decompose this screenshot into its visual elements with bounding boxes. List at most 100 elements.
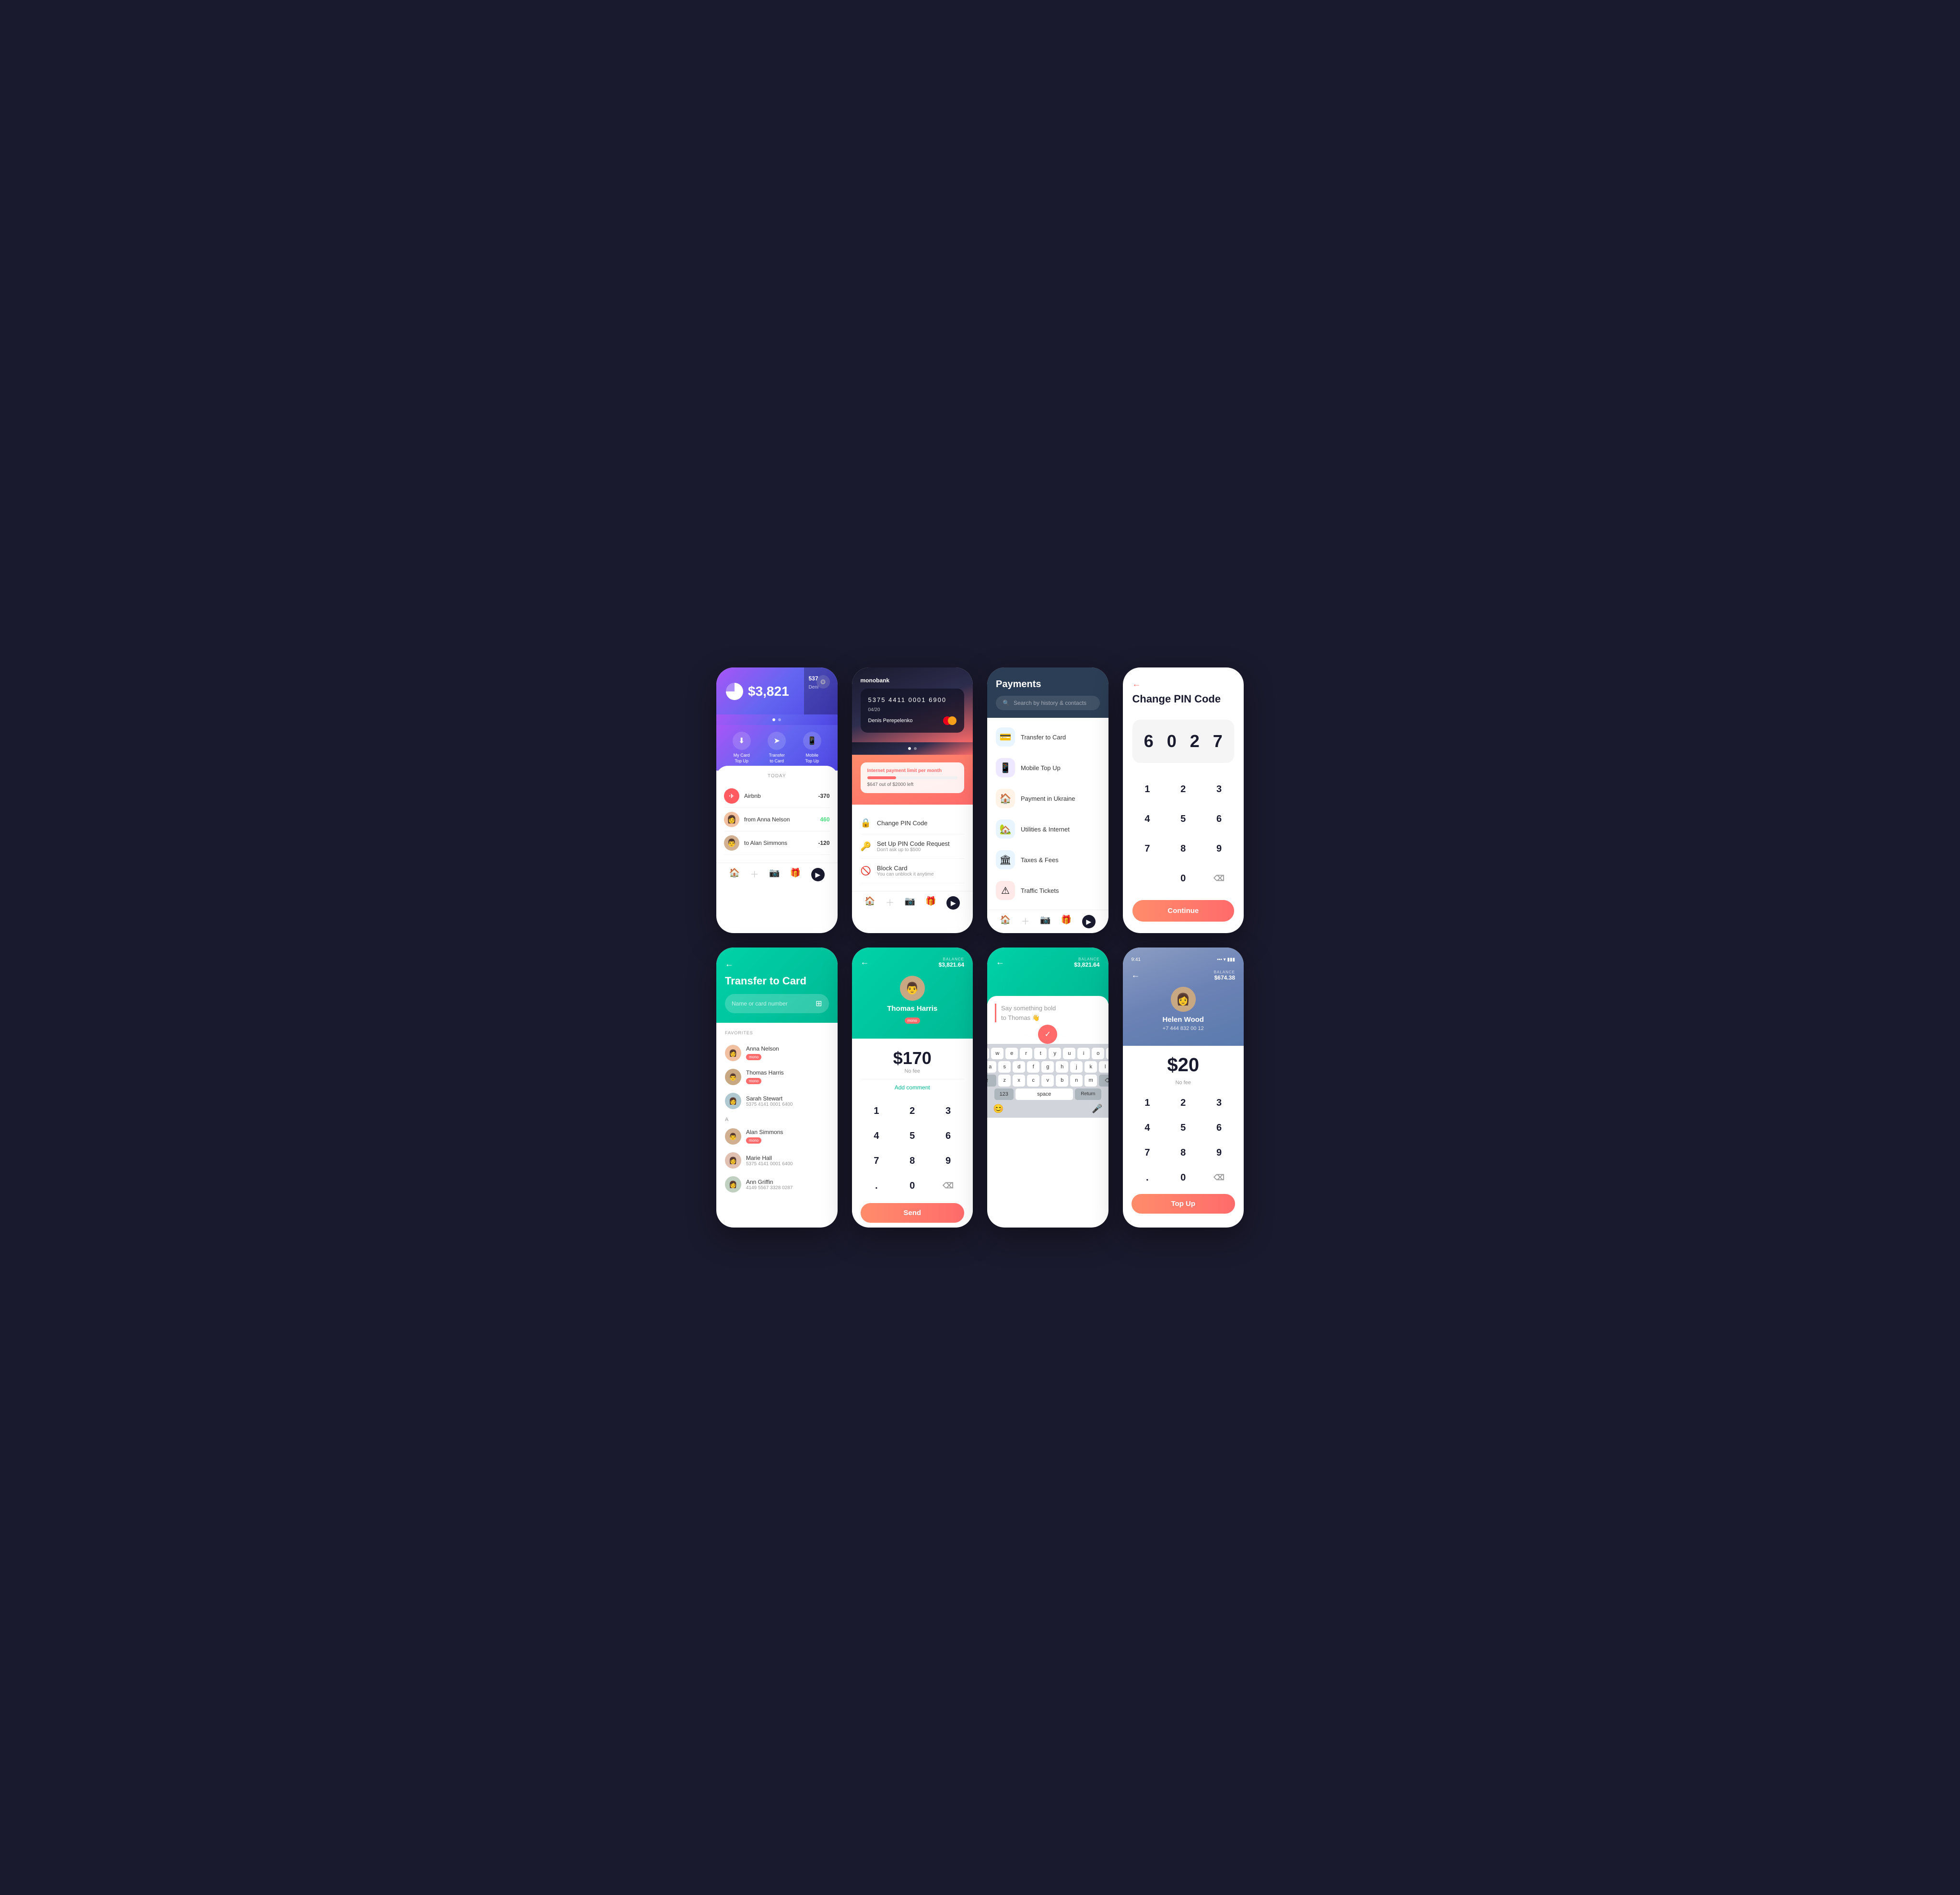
card-input[interactable]: Name or card number ⊞ [725, 994, 829, 1013]
p8-key-4[interactable]: 4 [1132, 1117, 1164, 1138]
p8-key-2[interactable]: 2 [1167, 1092, 1199, 1113]
emoji-icon[interactable]: 😊 [993, 1104, 1003, 1114]
my-card-topup-button[interactable]: ⬇ My CardTop Up [733, 732, 751, 764]
nav3-profile-icon[interactable]: ▶ [1082, 915, 1096, 928]
key-i[interactable]: i [1077, 1048, 1090, 1059]
setup-pin-item[interactable]: 🔑 Set Up PIN Code Request Don't ask up t… [861, 834, 965, 859]
num-6[interactable]: 6 [932, 1125, 964, 1146]
p8-back-icon[interactable]: ← [1132, 970, 1140, 980]
nav2-gift-icon[interactable]: 🎁 [925, 896, 936, 910]
key-return[interactable]: Return [1075, 1088, 1101, 1100]
mic-icon[interactable]: 🎤 [1092, 1104, 1102, 1114]
p8-key-3[interactable]: 3 [1203, 1092, 1235, 1113]
nav-add-icon[interactable]: ＋ [750, 868, 759, 881]
p8-key-7[interactable]: 7 [1132, 1142, 1164, 1163]
pin-back-icon[interactable]: ← [1132, 679, 1235, 689]
num-del[interactable]: ⌫ [932, 1175, 964, 1196]
send-button[interactable]: Send [861, 1203, 965, 1223]
pin-key-delete[interactable]: ⌫ [1204, 866, 1234, 890]
p6-back-icon[interactable]: ← [861, 957, 869, 967]
chat-back-icon[interactable]: ← [996, 957, 1004, 967]
pin-key-3[interactable]: 3 [1204, 777, 1234, 801]
key-z[interactable]: z [998, 1075, 1011, 1087]
pay-transfer-card[interactable]: 💳 Transfer to Card [987, 722, 1108, 752]
contact-anna[interactable]: 👩 Anna Nelson mono [725, 1041, 829, 1065]
key-g[interactable]: g [1041, 1061, 1054, 1073]
num-9[interactable]: 9 [932, 1150, 964, 1171]
num-5[interactable]: 5 [896, 1125, 928, 1146]
pin-key-8[interactable]: 8 [1168, 837, 1198, 861]
key-r[interactable]: r [1020, 1048, 1032, 1059]
pin-key-1[interactable]: 1 [1132, 777, 1163, 801]
nav3-camera-icon[interactable]: 📷 [1040, 915, 1050, 928]
contact-alan[interactable]: 👨 Alan Simmons mono [725, 1124, 829, 1148]
tx-anna[interactable]: 👩 from Anna Nelson 460 [724, 808, 830, 831]
pay-ukraine[interactable]: 🏠 Payment in Ukraine [987, 783, 1108, 814]
nav2-add-icon[interactable]: ＋ [886, 896, 894, 910]
block-card-item[interactable]: 🚫 Block Card You can unblock it anytime [861, 859, 965, 883]
nav-gift-icon[interactable]: 🎁 [790, 868, 801, 881]
key-w[interactable]: w [991, 1048, 1003, 1059]
nav3-gift-icon[interactable]: 🎁 [1061, 915, 1072, 928]
contact-thomas[interactable]: 👨 Thomas Harris mono [725, 1065, 829, 1089]
key-k[interactable]: k [1085, 1061, 1097, 1073]
key-space[interactable]: space [1015, 1088, 1073, 1100]
key-s[interactable]: s [998, 1061, 1011, 1073]
pin-key-5[interactable]: 5 [1168, 807, 1198, 831]
pay-traffic[interactable]: ⚠ Traffic Tickets [987, 875, 1108, 906]
nav2-home-icon[interactable]: 🏠 [864, 896, 875, 910]
key-u[interactable]: u [1063, 1048, 1075, 1059]
nav3-add-icon[interactable]: ＋ [1021, 915, 1030, 928]
key-123[interactable]: 123 [994, 1088, 1014, 1100]
key-c[interactable]: c [1027, 1075, 1039, 1087]
p8-key-9[interactable]: 9 [1203, 1142, 1235, 1163]
num-dot[interactable]: . [861, 1175, 893, 1196]
pay-mobile-topup[interactable]: 📱 Mobile Top Up [987, 752, 1108, 783]
mobile-topup-button[interactable]: 📱 MobileTop Up [803, 732, 821, 764]
p8-key-8[interactable]: 8 [1167, 1142, 1199, 1163]
pin-key-6[interactable]: 6 [1204, 807, 1234, 831]
key-backspace[interactable]: ⌫ [1099, 1075, 1108, 1087]
key-a[interactable]: a [987, 1061, 996, 1073]
pin-key-7[interactable]: 7 [1132, 837, 1163, 861]
pin-key-4[interactable]: 4 [1132, 807, 1163, 831]
pin-key-2[interactable]: 2 [1168, 777, 1198, 801]
contact-sarah[interactable]: 👩 Sarah Stewart 5375 4141 0001 6400 [725, 1089, 829, 1113]
p8-key-1[interactable]: 1 [1132, 1092, 1164, 1113]
num-4[interactable]: 4 [861, 1125, 893, 1146]
num-1[interactable]: 1 [861, 1100, 893, 1122]
key-l[interactable]: l [1099, 1061, 1108, 1073]
num-0[interactable]: 0 [896, 1175, 928, 1196]
key-q[interactable]: q [987, 1048, 989, 1059]
add-comment-link[interactable]: Add comment [861, 1079, 965, 1096]
p8-key-6[interactable]: 6 [1203, 1117, 1235, 1138]
p8-key-dot[interactable]: . [1132, 1167, 1164, 1188]
pay-taxes[interactable]: 🏛 Taxes & Fees [987, 844, 1108, 875]
transfer-to-card-button[interactable]: ➤ Transferto Card [768, 732, 786, 764]
num-3[interactable]: 3 [932, 1100, 964, 1122]
topup-button[interactable]: Top Up [1132, 1194, 1236, 1214]
p8-key-5[interactable]: 5 [1167, 1117, 1199, 1138]
change-pin-item[interactable]: 🔒 Change PIN Code [861, 812, 965, 834]
pay-utilities[interactable]: 🏡 Utilities & Internet [987, 814, 1108, 844]
num-2[interactable]: 2 [896, 1100, 928, 1122]
tx-alan[interactable]: 👨 to Alan Simmons -120 [724, 831, 830, 855]
pin-key-0[interactable]: 0 [1168, 866, 1198, 890]
nav2-camera-icon[interactable]: 📷 [905, 896, 915, 910]
key-j[interactable]: j [1070, 1061, 1083, 1073]
nav3-home-icon[interactable]: 🏠 [1000, 915, 1011, 928]
key-n[interactable]: n [1070, 1075, 1083, 1087]
nav-profile-icon[interactable]: ▶ [811, 868, 825, 881]
send-circle-button[interactable]: ✓ [1038, 1025, 1057, 1044]
key-e[interactable]: e [1005, 1048, 1018, 1059]
key-y[interactable]: y [1049, 1048, 1061, 1059]
pin-key-9[interactable]: 9 [1204, 837, 1234, 861]
chat-placeholder-text[interactable]: Say something boldto Thomas 👋 [995, 1004, 1101, 1022]
p8-key-0[interactable]: 0 [1167, 1167, 1199, 1188]
scan-icon[interactable]: ⊞ [816, 999, 822, 1008]
key-m[interactable]: m [1085, 1075, 1097, 1087]
key-o[interactable]: o [1092, 1048, 1104, 1059]
nav-camera-icon[interactable]: 📷 [769, 868, 780, 881]
key-f[interactable]: f [1027, 1061, 1039, 1073]
search-bar[interactable]: 🔍 Search by history & contacts [996, 696, 1100, 710]
